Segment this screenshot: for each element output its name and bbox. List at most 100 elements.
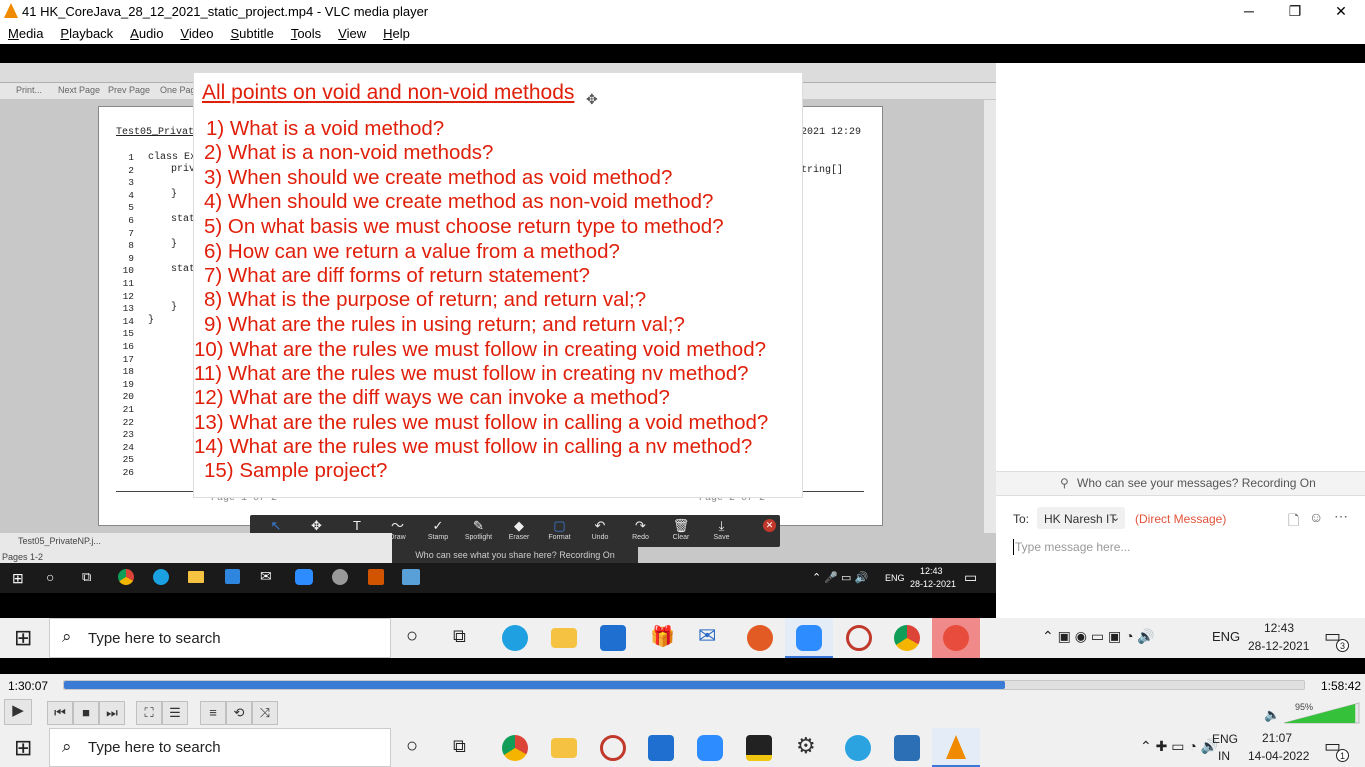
- search-placeholder: Type here to search: [88, 629, 221, 647]
- annotation-tool-label: Spotlight: [464, 534, 493, 541]
- menu-view[interactable]: View: [338, 26, 366, 41]
- slide: All points on void and non-void methods …: [193, 72, 803, 498]
- task-view-icon: ⧉: [82, 569, 92, 584]
- app-icon: [402, 569, 420, 585]
- recorded-time: 12:43: [1264, 621, 1295, 635]
- menu-playback[interactable]: Playback: [60, 26, 113, 41]
- total-time: 1:58:42: [1321, 679, 1362, 693]
- code-line: priv: [171, 164, 196, 175]
- line-number: 1: [128, 152, 134, 163]
- vlc-cone-icon: [4, 3, 18, 18]
- next-icon[interactable]: ⏭: [99, 701, 125, 725]
- file-explorer-icon: [551, 628, 577, 648]
- select-icon: ✥: [311, 518, 322, 533]
- line-number: 9: [128, 252, 134, 264]
- search-icon: ⌕: [62, 627, 72, 646]
- telegram-icon[interactable]: [845, 735, 871, 761]
- restore-button[interactable]: ❐: [1272, 0, 1318, 22]
- search-bar: ⌕ Type here to search: [49, 618, 391, 658]
- lang-indicator[interactable]: ENG: [1212, 732, 1238, 746]
- snipping-tool-icon[interactable]: [600, 735, 626, 761]
- store-icon[interactable]: [648, 735, 674, 761]
- fullscreen-icon[interactable]: ⛶: [136, 701, 162, 725]
- windows-logo-icon[interactable]: ⊞: [14, 735, 32, 761]
- doc-code-right: tring[]: [801, 165, 844, 176]
- photos-icon[interactable]: [894, 735, 920, 761]
- line-number: 22: [122, 416, 134, 428]
- emoji-icon[interactable]: ☺: [1309, 509, 1323, 525]
- host-time[interactable]: 21:07: [1262, 731, 1292, 745]
- undo-icon: ↶: [594, 518, 606, 533]
- slide-question: 15) Sample project?: [204, 459, 388, 482]
- line-number: 18: [122, 366, 134, 378]
- inner-status-pages: Pages 1-2: [2, 552, 44, 562]
- slide-question: 2) What is a non-void methods?: [204, 141, 494, 164]
- close-button[interactable]: ✕: [1318, 0, 1364, 22]
- zoom-icon[interactable]: [697, 735, 723, 761]
- code-line: }: [171, 189, 178, 200]
- loop-icon[interactable]: ⟲: [226, 701, 252, 725]
- playlist-icon[interactable]: ≡: [200, 701, 226, 725]
- line-number: 5: [128, 202, 134, 214]
- recipient-dropdown[interactable]: HK Naresh IT ⌄: [1037, 507, 1125, 529]
- task-view-icon[interactable]: ⧉: [453, 736, 466, 757]
- task-view-icon: ⧉: [453, 626, 466, 646]
- chat-visibility: Who can see your messages? Recording On: [1077, 476, 1316, 490]
- more-icon[interactable]: ⋯: [1334, 508, 1348, 525]
- search-bar[interactable]: ⌕ Type here to search: [49, 728, 391, 767]
- search-placeholder: Type here to search: [88, 739, 221, 756]
- cortana-icon[interactable]: ○: [406, 735, 418, 758]
- sticky-notes-icon[interactable]: [746, 735, 772, 761]
- menu-media[interactable]: Media: [8, 26, 43, 41]
- annotation-tool-redo: ↷ Redo: [621, 518, 661, 541]
- line-number: 13: [122, 303, 134, 315]
- app-icon: [332, 569, 348, 585]
- file-icon[interactable]: 🗋: [1288, 510, 1299, 534]
- chevron-down-icon: ⌄: [1111, 512, 1121, 524]
- windows-logo-icon: ⊞: [12, 570, 24, 586]
- windows-logo-icon: ⊞: [14, 625, 33, 650]
- line-number: 24: [122, 441, 134, 453]
- seek-bar[interactable]: [63, 680, 1305, 690]
- tray-icons: ⌃ 🎤 ▭ 🔊: [812, 572, 869, 584]
- minimize-button[interactable]: ─: [1226, 0, 1272, 22]
- tray-icons: ⌃ ▣ ◉ ▭ ▣ ◔ 🔊: [1042, 628, 1155, 644]
- random-icon[interactable]: ⤨: [252, 701, 278, 725]
- code-line: }: [171, 302, 178, 313]
- annotation-tool-stamp: ✓ Stamp: [418, 518, 458, 541]
- inner-time: 12:43: [920, 566, 943, 576]
- chrome-icon[interactable]: [502, 735, 528, 761]
- slide-question: 11) What are the rules we must follow in…: [194, 362, 749, 385]
- spotlight-icon: ✎: [473, 518, 484, 533]
- menu-audio[interactable]: Audio: [130, 26, 163, 41]
- play-icon[interactable]: ▶: [4, 699, 32, 725]
- message-input[interactable]: Type message here...: [1015, 540, 1130, 554]
- eraser-icon: ◆: [514, 518, 524, 533]
- vlc-taskbar-item[interactable]: [932, 728, 980, 767]
- people-icon: ⚲: [1060, 476, 1069, 490]
- extended-settings-icon[interactable]: ☰: [162, 701, 188, 725]
- code-line: }: [148, 315, 155, 326]
- menu-help[interactable]: Help: [383, 26, 410, 41]
- line-number: 21: [122, 404, 134, 415]
- zoom-icon: [295, 569, 313, 585]
- line-number: 25: [122, 454, 134, 466]
- settings-icon[interactable]: ⚙: [796, 733, 816, 759]
- menu-subtitle[interactable]: Subtitle: [230, 26, 273, 41]
- code-line: }: [171, 239, 178, 250]
- region-indicator: IN: [1218, 749, 1230, 763]
- edge-icon: [502, 625, 528, 651]
- menu-tools[interactable]: Tools: [291, 26, 321, 41]
- menu-video[interactable]: Video: [180, 26, 213, 41]
- file-explorer-icon[interactable]: [551, 738, 577, 758]
- to-label: To:: [1013, 512, 1030, 526]
- tray-icons[interactable]: ⌃ ✚ ▭ ◔ 🔊: [1140, 738, 1218, 755]
- line-number: 6: [128, 215, 134, 226]
- previous-icon[interactable]: ⏮: [47, 701, 73, 725]
- host-date[interactable]: 14-04-2022: [1248, 749, 1309, 763]
- media-icon: [943, 625, 969, 651]
- print-button: Print...: [16, 85, 43, 95]
- volume-icon[interactable]: 🔈: [1264, 707, 1280, 723]
- stop-icon[interactable]: ■: [73, 701, 99, 725]
- inner-statusbar: Test05_PrivateNP.j... Pages 1-2: [0, 533, 392, 563]
